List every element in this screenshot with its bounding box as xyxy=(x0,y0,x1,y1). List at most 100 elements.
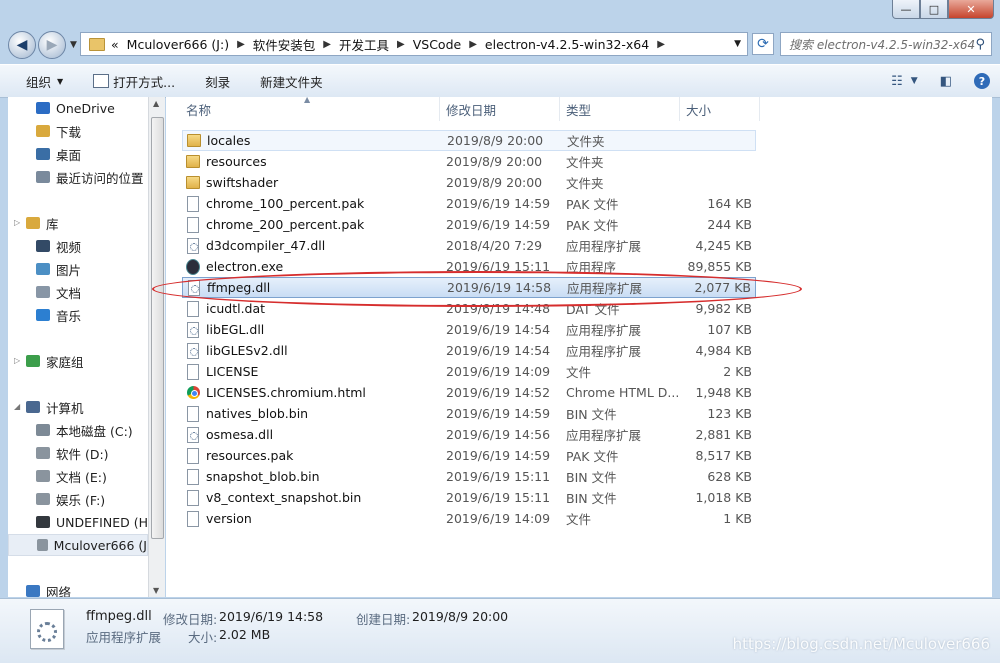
file-name: osmesa.dll xyxy=(206,427,274,442)
sidebar-item[interactable]: 本地磁盘 (C:) xyxy=(8,419,148,441)
file-icon xyxy=(186,300,200,317)
sidebar-item-label: 软件 (D:) xyxy=(56,446,109,462)
tree-expander-icon[interactable]: ▷ xyxy=(14,356,20,365)
sidebar-item[interactable]: 桌面 xyxy=(8,143,148,165)
file-row[interactable]: v8_context_snapshot.bin 2019/6/19 15:11 BI… xyxy=(182,487,756,508)
file-size: 107 KB xyxy=(707,322,752,337)
chevron-right-icon[interactable]: ▶ xyxy=(323,39,331,50)
organize-label: 组织 xyxy=(26,74,52,90)
sidebar-item[interactable]: 音乐 xyxy=(8,304,148,326)
file-type: 应用程序扩展 xyxy=(566,239,642,254)
file-row[interactable]: chrome_100_percent.pak 2019/6/19 14:59 PAK… xyxy=(182,193,756,214)
column-divider[interactable] xyxy=(439,97,440,121)
new-folder-button[interactable]: 新建文件夹 xyxy=(260,72,323,91)
file-row[interactable]: resources.pak 2019/6/19 14:59 PAK 文件 8,517 … xyxy=(182,445,756,466)
file-date: 2019/6/19 14:59 xyxy=(446,406,551,421)
tree-expander-icon[interactable]: ▷ xyxy=(14,218,20,227)
scroll-down-icon[interactable]: ▼ xyxy=(153,586,159,595)
sidebar-item[interactable]: 库 xyxy=(8,212,148,234)
breadcrumb-item[interactable]: Mculover666 (J:) xyxy=(127,37,229,52)
column-header-type[interactable]: 类型 xyxy=(566,97,591,121)
sidebar-item[interactable]: 文档 (E:) xyxy=(8,465,148,487)
open-with-button[interactable]: 打开方式... xyxy=(93,72,175,91)
sidebar-item-label: OneDrive xyxy=(56,100,115,116)
sidebar-item[interactable]: 家庭组 xyxy=(8,350,148,372)
tree-expander-icon[interactable]: ◢ xyxy=(14,402,20,411)
file-row[interactable]: LICENSE 2019/6/19 14:09 文件 2 KB xyxy=(182,361,756,382)
help-icon[interactable]: ? xyxy=(974,73,990,89)
details-created-label: 创建日期: xyxy=(356,612,411,627)
column-header-name[interactable]: 名称 xyxy=(186,97,211,121)
organize-menu[interactable]: 组织 ▼ xyxy=(26,72,63,91)
sidebar-item[interactable]: 网络 xyxy=(8,580,148,597)
file-type: 文件夹 xyxy=(566,155,604,170)
file-row[interactable]: libGLESv2.dll 2019/6/19 14:54 应用程序扩展 4,984 … xyxy=(182,340,756,361)
file-row[interactable]: icudtl.dat 2019/6/19 14:48 DAT 文件 9,982 KB xyxy=(182,298,756,319)
scroll-up-icon[interactable]: ▲ xyxy=(153,99,159,108)
back-button[interactable]: ◀ xyxy=(8,31,36,59)
search-icon[interactable]: ⚲ xyxy=(975,37,985,52)
minimize-button[interactable]: — xyxy=(892,0,920,19)
file-date: 2019/8/9 20:00 xyxy=(447,133,544,148)
sidebar-item[interactable]: UNDEFINED (H xyxy=(8,511,148,533)
sidebar-item[interactable]: 视频 xyxy=(8,235,148,257)
chevron-right-icon[interactable]: ▶ xyxy=(657,39,665,50)
breadcrumb-item[interactable]: 开发工具 xyxy=(339,35,389,54)
scrollbar-thumb[interactable] xyxy=(151,117,164,539)
sidebar-item[interactable]: OneDrive xyxy=(8,97,148,119)
forward-button[interactable]: ▶ xyxy=(38,31,66,59)
chevron-right-icon[interactable]: ▶ xyxy=(237,39,245,50)
file-row[interactable]: version 2019/6/19 14:09 文件 1 KB xyxy=(182,508,756,529)
maximize-button[interactable]: □ xyxy=(920,0,948,19)
sidebar-item[interactable]: 下载 xyxy=(8,120,148,142)
close-button[interactable]: ✕ xyxy=(948,0,994,19)
column-divider[interactable] xyxy=(679,97,680,121)
file-row[interactable]: ffmpeg.dll 2019/6/19 14:58 应用程序扩展 2,077 KB xyxy=(182,277,756,298)
file-row[interactable]: d3dcompiler_47.dll 2018/4/20 7:29 应用程序扩展 4,… xyxy=(182,235,756,256)
file-row[interactable]: libEGL.dll 2019/6/19 14:54 应用程序扩展 107 KB xyxy=(182,319,756,340)
column-header-date[interactable]: 修改日期 xyxy=(446,97,496,121)
navigation-pane-scrollbar[interactable]: ▲ ▼ xyxy=(148,97,165,597)
address-bar[interactable]: « Mculover666 (J:) ▶ 软件安装包 ▶ 开发工具 ▶ VSCo… xyxy=(80,32,748,56)
chevron-down-icon[interactable]: ▼ xyxy=(911,76,918,86)
sidebar-item-label: 本地磁盘 (C:) xyxy=(56,423,133,439)
sidebar-item[interactable]: 图片 xyxy=(8,258,148,280)
breadcrumb-item[interactable]: VSCode xyxy=(413,37,462,52)
sidebar-item[interactable]: 最近访问的位置 xyxy=(8,166,148,188)
preview-pane-icon[interactable]: ◧ xyxy=(940,74,952,89)
file-row[interactable]: swiftshader 2019/8/9 20:00 文件夹 xyxy=(182,172,756,193)
file-row[interactable]: resources 2019/8/9 20:00 文件夹 xyxy=(182,151,756,172)
chevron-right-icon[interactable]: ▶ xyxy=(469,39,477,50)
sidebar-item-label: 库 xyxy=(46,216,59,232)
breadcrumb-overflow[interactable]: « xyxy=(111,37,119,52)
file-row[interactable]: osmesa.dll 2019/6/19 14:56 应用程序扩展 2,881 KB xyxy=(182,424,756,445)
file-row[interactable]: electron.exe 2019/6/19 15:11 应用程序 89,855 KB xyxy=(182,256,756,277)
sidebar-item[interactable]: Mculover666 (J xyxy=(8,534,148,556)
column-divider[interactable] xyxy=(559,97,560,121)
window-icon xyxy=(93,74,110,88)
file-row[interactable]: chrome_200_percent.pak 2019/6/19 14:59 PAK… xyxy=(182,214,756,235)
address-dropdown-icon[interactable]: ▼ xyxy=(734,39,741,49)
view-options-icon[interactable]: ☷ xyxy=(891,74,903,89)
file-row[interactable]: snapshot_blob.bin 2019/6/19 15:11 BIN 文件 62… xyxy=(182,466,756,487)
breadcrumb-item[interactable]: electron-v4.2.5-win32-x64 xyxy=(485,37,649,52)
details-file-name: ffmpeg.dll xyxy=(86,609,152,624)
sidebar-item[interactable]: 软件 (D:) xyxy=(8,442,148,464)
sidebar-item[interactable]: 文档 xyxy=(8,281,148,303)
sidebar-item[interactable]: 计算机 xyxy=(8,396,148,418)
file-date: 2019/6/19 14:56 xyxy=(446,427,551,442)
file-size: 4,245 KB xyxy=(695,238,752,253)
column-divider[interactable] xyxy=(759,97,760,121)
column-header-size[interactable]: 大小 xyxy=(686,97,711,121)
search-box[interactable]: 搜索 electron-v4.2.5-win32-x64 ⚲ xyxy=(780,32,992,56)
file-row[interactable]: locales 2019/8/9 20:00 文件夹 xyxy=(182,130,756,151)
recent-pages-dropdown[interactable]: ▼ xyxy=(70,40,77,50)
file-row[interactable]: LICENSES.chromium.html 2019/6/19 14:52 Chr… xyxy=(182,382,756,403)
burn-button[interactable]: 刻录 xyxy=(205,72,230,91)
file-row[interactable]: natives_blob.bin 2019/6/19 14:59 BIN 文件 123… xyxy=(182,403,756,424)
sidebar-item-label: 下载 xyxy=(56,124,82,140)
refresh-button[interactable]: ⟳ xyxy=(752,33,774,55)
sidebar-item[interactable]: 娱乐 (F:) xyxy=(8,488,148,510)
chevron-right-icon[interactable]: ▶ xyxy=(397,39,405,50)
breadcrumb-item[interactable]: 软件安装包 xyxy=(253,35,316,54)
